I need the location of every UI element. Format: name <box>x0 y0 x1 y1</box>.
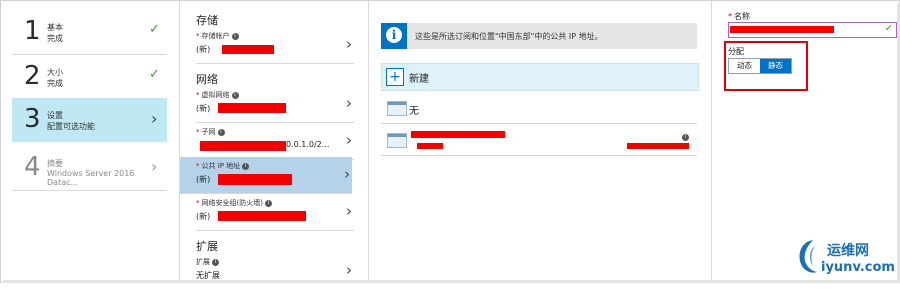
watermark-en: iyunv.com <box>821 260 895 275</box>
vnet-field[interactable]: * 虚拟网络 i (新) › <box>196 86 354 123</box>
field-label: * 存储帐户 i <box>196 31 239 41</box>
chevron-right-icon: › <box>346 94 352 112</box>
step-summary[interactable]: 4 摘要 Windows Server 2016 Datac... › <box>12 146 167 191</box>
chevron-right-icon: › <box>151 109 158 128</box>
field-value: (新) <box>196 104 211 113</box>
watermark-cn: 运维网 <box>827 243 869 259</box>
info-icon: i <box>231 92 239 99</box>
redaction-mark <box>200 141 286 151</box>
step-status: 完成 <box>47 79 63 88</box>
wizard-steps: 1 基本 完成 ✓ 2 大小 完成 ✓ 3 设置 配置可选功能 › 4 摘要 W… <box>1 1 180 282</box>
info-icon: i <box>381 23 407 49</box>
ip-existing-row[interactable]: i <box>381 125 697 156</box>
step-number: 2 <box>24 61 41 91</box>
field-value: (新) <box>196 175 211 184</box>
field-value: 0.0.1.0/2... <box>286 140 330 149</box>
field-label: 扩展 i <box>196 257 219 267</box>
step-basics[interactable]: 1 基本 完成 ✓ <box>12 10 167 55</box>
info-icon: i <box>242 163 250 170</box>
redaction-mark <box>218 211 306 221</box>
allocation-toggle[interactable]: 动态 静态 <box>728 58 792 74</box>
chevron-right-icon: › <box>151 157 158 176</box>
step-title: 基本 <box>47 23 63 32</box>
field-label: * 子网 i <box>196 127 225 137</box>
name-input[interactable]: ✓ <box>728 22 897 38</box>
redaction-mark <box>730 26 834 33</box>
ip-none-label: 无 <box>409 106 419 117</box>
field-label: * 公共 IP 地址 i <box>196 161 250 171</box>
chevron-right-icon: › <box>346 202 352 220</box>
step-number: 4 <box>24 152 41 182</box>
info-banner: i 这些是所选订阅和位置"中国东部"中的公共 IP 地址。 <box>381 23 697 49</box>
create-new-ip-row[interactable]: + 新建 <box>381 63 699 91</box>
step-status: 配置可选功能 <box>47 122 95 131</box>
checkmark-icon: ✓ <box>149 22 160 37</box>
step-status: 完成 <box>47 34 63 43</box>
field-label: * 虚拟网络 i <box>196 90 239 100</box>
chevron-right-icon: › <box>346 35 352 53</box>
step-number: 1 <box>24 16 41 46</box>
storage-account-field[interactable]: * 存储帐户 i (新) › <box>196 27 354 64</box>
chevron-right-icon: › <box>346 261 352 279</box>
step-title: 摘要 <box>47 159 63 168</box>
info-banner-text: 这些是所选订阅和位置"中国东部"中的公共 IP 地址。 <box>415 32 603 41</box>
extensions-field[interactable]: 扩展 i 无扩展 › <box>196 253 354 289</box>
redaction-mark <box>218 174 292 185</box>
info-icon: i <box>212 259 219 266</box>
field-label: * 网络安全组(防火墙) i <box>196 198 272 208</box>
step-size[interactable]: 2 大小 完成 ✓ <box>12 55 167 100</box>
network-header: 网络 <box>196 73 218 86</box>
valid-check-icon: ✓ <box>884 23 893 34</box>
portal-frame: 1 基本 完成 ✓ 2 大小 完成 ✓ 3 设置 配置可选功能 › 4 摘要 W… <box>0 0 900 283</box>
info-icon: i <box>217 129 225 136</box>
chevron-right-icon: › <box>344 165 350 183</box>
public-ip-field[interactable]: * 公共 IP 地址 i (新) › <box>180 157 352 194</box>
checkmark-icon: ✓ <box>149 67 160 82</box>
redaction-mark <box>218 103 286 113</box>
info-icon: i <box>682 134 689 141</box>
step-settings[interactable]: 3 设置 配置可选功能 › <box>12 98 167 142</box>
step-status: Windows Server 2016 Datac... <box>47 169 135 187</box>
public-ip-blade: i 这些是所选订阅和位置"中国东部"中的公共 IP 地址。 + 新建 无 i <box>369 1 712 282</box>
chevron-right-icon: › <box>346 131 352 149</box>
create-new-label: 新建 <box>409 74 429 85</box>
info-icon: i <box>264 200 272 207</box>
step-number: 3 <box>24 104 41 134</box>
plus-icon: + <box>386 68 404 86</box>
info-icon: i <box>231 33 239 40</box>
subnet-field[interactable]: * 子网 i 0.0.1.0/2... › <box>196 123 354 160</box>
step-title: 设置 <box>47 111 63 120</box>
nsg-field[interactable]: * 网络安全组(防火墙) i (新) › <box>196 194 354 231</box>
ip-none-row[interactable]: 无 <box>381 93 697 124</box>
name-label: * 名称 <box>728 12 750 21</box>
public-ip-icon <box>387 133 407 148</box>
field-value: (新) <box>196 212 211 221</box>
redaction-mark <box>627 143 689 149</box>
settings-blade: 存储 * 存储帐户 i (新) › 网络 * 虚拟网络 i (新) › * 子网 i 0.0… <box>180 1 369 282</box>
field-value: (新) <box>196 45 211 54</box>
allocation-label: 分配 <box>728 47 744 56</box>
extension-header: 扩展 <box>196 240 218 253</box>
dynamic-option[interactable]: 动态 <box>729 59 760 73</box>
redaction-mark <box>411 131 505 138</box>
redaction-mark <box>222 45 274 54</box>
step-title: 大小 <box>47 68 63 77</box>
public-ip-icon <box>387 101 407 116</box>
redaction-mark <box>417 143 443 149</box>
static-option[interactable]: 静态 <box>760 59 791 73</box>
watermark-logo: 运维网 iyunv.com <box>793 234 899 280</box>
storage-header: 存储 <box>196 14 218 27</box>
